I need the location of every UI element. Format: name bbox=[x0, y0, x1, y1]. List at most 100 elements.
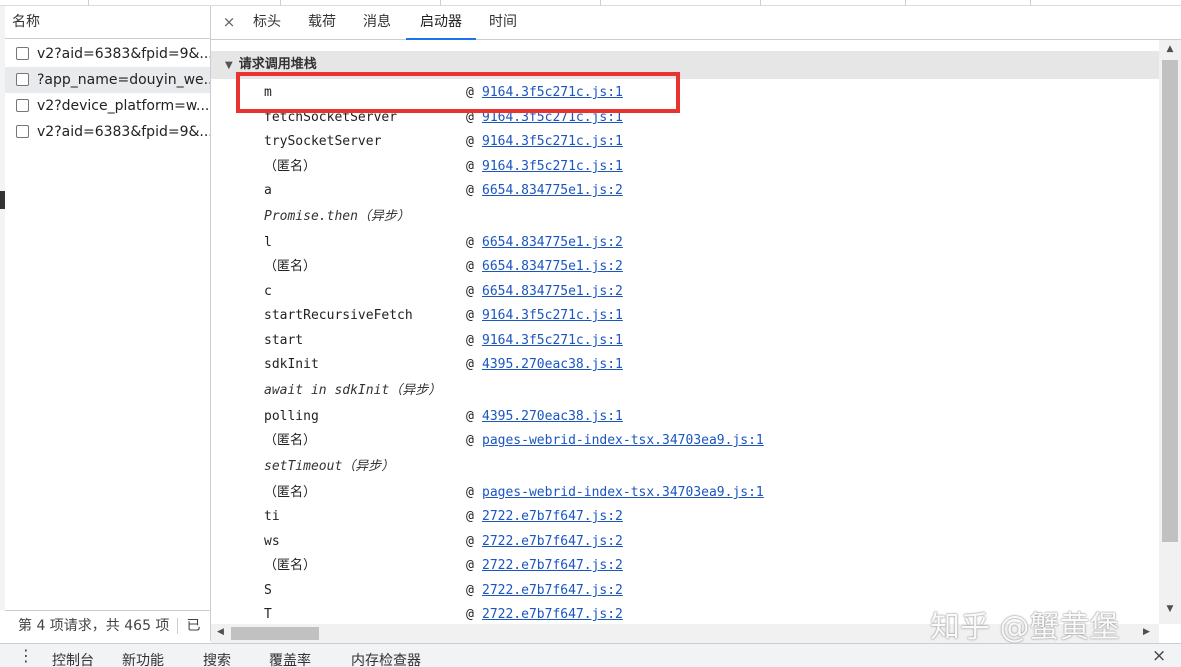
request-name: v2?aid=6383&fpid=9&... bbox=[37, 46, 210, 62]
request-list-panel: 名称 v2?aid=6383&fpid=9&... ?app_name=douy… bbox=[0, 6, 211, 610]
vertical-scrollbar[interactable]: ▲ ▼ bbox=[1159, 40, 1181, 624]
tab-headers[interactable]: 标头 bbox=[245, 6, 289, 40]
request-count-text: 第 4 项请求，共 465 项 bbox=[18, 618, 170, 634]
source-link[interactable]: 9164.3f5c271c.js:1 bbox=[482, 304, 623, 328]
tab-initiator[interactable]: 启动器 bbox=[406, 6, 476, 40]
source-link[interactable]: 9164.3f5c271c.js:1 bbox=[482, 329, 623, 353]
source-link[interactable]: 2722.e7b7f647.js:2 bbox=[482, 505, 623, 529]
detail-tab-bar: × 标头 载荷 消息 启动器 时间 bbox=[211, 6, 1181, 40]
request-row-selected[interactable]: ?app_name=douyin_we... bbox=[5, 67, 210, 93]
horizontal-scroll-thumb[interactable] bbox=[231, 627, 319, 640]
async-label: await in sdkInit（异步） bbox=[264, 383, 442, 398]
call-stack-list: m @9164.3f5c271c.js:1 fetchSocketServer @91… bbox=[211, 79, 1159, 624]
drawer-tab-coverage[interactable]: 覆盖率 bbox=[269, 644, 311, 667]
tab-payload[interactable]: 载荷 bbox=[300, 6, 344, 40]
at-symbol: @ bbox=[466, 357, 474, 372]
stack-frame-row: ti @2722.e7b7f647.js:2 bbox=[211, 505, 1159, 529]
stack-frame-row: l @6654.834775e1.js:2 bbox=[211, 231, 1159, 255]
status-divider bbox=[177, 618, 179, 634]
at-symbol: @ bbox=[466, 409, 474, 424]
scroll-down-icon[interactable]: ▼ bbox=[1164, 604, 1176, 614]
tab-timing[interactable]: 时间 bbox=[481, 6, 525, 40]
async-boundary-row: Promise.then（异步） bbox=[211, 205, 1159, 229]
source-link[interactable]: 2722.e7b7f647.js:2 bbox=[482, 579, 623, 603]
at-symbol: @ bbox=[466, 259, 474, 274]
function-name: trySocketServer bbox=[264, 134, 382, 149]
at-symbol: @ bbox=[466, 235, 474, 250]
function-name: （匿名） bbox=[264, 433, 317, 448]
close-icon[interactable]: × bbox=[221, 11, 237, 33]
stack-frame-row: startRecursiveFetch @9164.3f5c271c.js:1 bbox=[211, 304, 1159, 328]
async-label: Promise.then（异步） bbox=[264, 209, 410, 224]
watermark: 知乎 @蟹黄堡 bbox=[930, 610, 1120, 645]
async-boundary-row: await in sdkInit（异步） bbox=[211, 379, 1159, 403]
source-link[interactable]: 2722.e7b7f647.js:2 bbox=[482, 530, 623, 554]
stack-frame-row: （匿名） @ pages-webrid-index-tsx.34703ea9.js:… bbox=[211, 481, 1159, 505]
async-label: setTimeout（异步） bbox=[264, 459, 395, 474]
source-link[interactable]: 6654.834775e1.js:2 bbox=[482, 255, 623, 279]
request-row[interactable]: v2?device_platform=w... bbox=[5, 93, 210, 119]
request-row[interactable]: v2?aid=6383&fpid=9&... bbox=[5, 41, 210, 67]
request-count-status: 第 4 项请求，共 465 项已 bbox=[5, 610, 211, 641]
scroll-right-icon[interactable]: ▶ bbox=[1143, 627, 1150, 637]
at-symbol: @ bbox=[466, 308, 474, 323]
request-checkbox[interactable] bbox=[16, 99, 29, 112]
function-name: startRecursiveFetch bbox=[264, 308, 413, 323]
request-checkbox[interactable] bbox=[16, 125, 29, 138]
at-symbol: @ bbox=[466, 433, 474, 448]
source-link[interactable]: 2722.e7b7f647.js:2 bbox=[482, 554, 623, 578]
scroll-up-icon[interactable]: ▲ bbox=[1164, 44, 1176, 54]
name-column-header[interactable]: 名称 bbox=[5, 6, 210, 39]
scroll-left-icon[interactable]: ◀ bbox=[217, 627, 224, 637]
at-symbol: @ bbox=[466, 485, 474, 500]
at-symbol: @ bbox=[466, 534, 474, 549]
source-link[interactable]: pages-webrid-index-tsx.34703ea9.js:1 bbox=[482, 481, 764, 505]
drawer-tab-console[interactable]: 控制台 bbox=[52, 644, 94, 667]
source-link[interactable]: 2722.e7b7f647.js:2 bbox=[482, 603, 623, 624]
source-link[interactable]: 6654.834775e1.js:2 bbox=[482, 280, 623, 304]
stack-frame-row: S @2722.e7b7f647.js:2 bbox=[211, 579, 1159, 603]
function-name: sdkInit bbox=[264, 357, 319, 372]
drawer-tab-whats-new[interactable]: 新功能 bbox=[122, 644, 164, 667]
source-link[interactable]: 9164.3f5c271c.js:1 bbox=[482, 130, 623, 154]
at-symbol: @ bbox=[466, 333, 474, 348]
more-menu-icon[interactable]: ⋮ bbox=[18, 646, 34, 666]
request-name: v2?aid=6383&fpid=9&... bbox=[37, 124, 210, 140]
function-name: ws bbox=[264, 534, 280, 549]
function-name: c bbox=[264, 284, 272, 299]
stack-frame-row: polling @4395.270eac38.js:1 bbox=[211, 405, 1159, 429]
function-name: （匿名） bbox=[264, 558, 317, 573]
tab-messages[interactable]: 消息 bbox=[355, 6, 399, 40]
stack-frame-row: （匿名） @9164.3f5c271c.js:1 bbox=[211, 155, 1159, 179]
stack-frame-row: ws @2722.e7b7f647.js:2 bbox=[211, 530, 1159, 554]
source-link[interactable]: 6654.834775e1.js:2 bbox=[482, 231, 623, 255]
stack-frame-row: sdkInit @4395.270eac38.js:1 bbox=[211, 353, 1159, 377]
at-symbol: @ bbox=[466, 183, 474, 198]
request-name: ?app_name=douyin_we... bbox=[37, 72, 210, 88]
request-checkbox[interactable] bbox=[16, 47, 29, 60]
edge-marker bbox=[0, 191, 5, 209]
request-row[interactable]: v2?aid=6383&fpid=9&... bbox=[5, 119, 210, 145]
status-extra-text: 已 bbox=[186, 618, 201, 634]
section-title: 请求调用堆栈 bbox=[238, 57, 317, 72]
source-link[interactable]: 4395.270eac38.js:1 bbox=[482, 353, 623, 377]
at-symbol: @ bbox=[466, 159, 474, 174]
function-name: start bbox=[264, 333, 304, 348]
stack-frame-row: start @9164.3f5c271c.js:1 bbox=[211, 329, 1159, 353]
function-name: T bbox=[264, 607, 272, 622]
source-link[interactable]: 6654.834775e1.js:2 bbox=[482, 179, 623, 203]
close-drawer-icon[interactable]: × bbox=[1152, 645, 1166, 667]
function-name: polling bbox=[264, 409, 319, 424]
at-symbol: @ bbox=[466, 509, 474, 524]
function-name: （匿名） bbox=[264, 159, 317, 174]
source-link[interactable]: pages-webrid-index-tsx.34703ea9.js:1 bbox=[482, 429, 764, 453]
expand-triangle-icon: ▼ bbox=[225, 60, 233, 71]
drawer-tab-search[interactable]: 搜索 bbox=[203, 644, 231, 667]
request-checkbox[interactable] bbox=[16, 73, 29, 86]
stack-frame-row: trySocketServer @9164.3f5c271c.js:1 bbox=[211, 130, 1159, 154]
highlight-box bbox=[236, 72, 680, 113]
vertical-scroll-thumb[interactable] bbox=[1162, 60, 1178, 542]
drawer-tab-memory-inspector[interactable]: 内存检查器 bbox=[351, 644, 421, 667]
source-link[interactable]: 4395.270eac38.js:1 bbox=[482, 405, 623, 429]
source-link[interactable]: 9164.3f5c271c.js:1 bbox=[482, 155, 623, 179]
